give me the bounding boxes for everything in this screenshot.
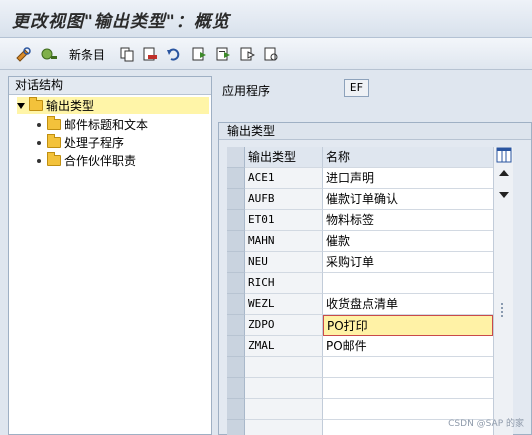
output-types-block-header: 输出类型 [219, 123, 531, 140]
row-selector[interactable] [227, 294, 245, 315]
scroll-up-icon[interactable] [499, 170, 509, 176]
name-cell[interactable] [323, 273, 493, 294]
row-selector[interactable] [227, 168, 245, 189]
window-title: 更改视图"输出类型"：概览 [12, 12, 230, 32]
row-selector[interactable] [227, 420, 245, 435]
row-selector[interactable] [227, 336, 245, 357]
folder-icon [47, 152, 61, 166]
tree-node-mail-title-text[interactable]: 邮件标题和文本 [37, 116, 148, 133]
print-field-icon[interactable] [262, 44, 280, 64]
output-type-cell[interactable] [245, 378, 323, 399]
empty-table-row [227, 357, 493, 378]
tree-node-output-types[interactable]: 输出类型 [17, 97, 209, 114]
scroll-grip-icon[interactable] [501, 303, 505, 317]
name-cell[interactable]: 收货盘点清单 [323, 294, 493, 315]
table-row: ACE1 进口声明 [227, 168, 493, 189]
output-type-cell[interactable]: MAHN [245, 231, 323, 252]
name-cell[interactable]: 进口声明 [323, 168, 493, 189]
row-selector[interactable] [227, 189, 245, 210]
row-selector[interactable] [227, 210, 245, 231]
row-selector[interactable] [227, 399, 245, 420]
copy-icon[interactable] [118, 44, 136, 64]
new-entries-button[interactable]: 新条目 [68, 44, 106, 64]
scroll-down-icon[interactable] [499, 192, 509, 198]
row-selector[interactable] [227, 231, 245, 252]
name-cell-focused[interactable]: PO打印 [323, 315, 493, 336]
bullet-icon [37, 140, 41, 145]
output-type-cell[interactable]: ACE1 [245, 168, 323, 189]
bullet-icon [37, 158, 41, 163]
output-type-cell[interactable] [245, 420, 323, 435]
table-row: ZDPO PO打印 [227, 315, 493, 336]
tree-node-partner-functions[interactable]: 合作伙伴职责 [37, 152, 136, 169]
new-entries-label: 新条目 [68, 47, 105, 62]
application-label: 应用程序 [222, 84, 271, 98]
column-header-output-type[interactable]: 输出类型 [245, 147, 323, 168]
title-bar: 更改视图"输出类型"：概览 [0, 0, 532, 38]
table-header-row: 输出类型 名称 [227, 147, 493, 168]
select-all-icon[interactable] [190, 44, 208, 64]
output-type-cell[interactable]: ET01 [245, 210, 323, 231]
table-row: NEU 采购订单 [227, 252, 493, 273]
application-field[interactable]: EF [344, 79, 369, 97]
empty-table-row [227, 378, 493, 399]
bullet-icon [37, 122, 41, 127]
table-row: ZMAL PO邮件 [227, 336, 493, 357]
watermark: CSDN @SAP 的家 [448, 419, 524, 429]
row-selector[interactable] [227, 357, 245, 378]
output-type-cell[interactable]: WEZL [245, 294, 323, 315]
table-row: MAHN 催款 [227, 231, 493, 252]
tree-node-label: 邮件标题和文本 [64, 118, 149, 132]
table-row: ET01 物料标签 [227, 210, 493, 231]
deselect-icon[interactable] [238, 44, 256, 64]
name-cell[interactable]: 催款 [323, 231, 493, 252]
undo-icon[interactable] [165, 44, 183, 64]
output-type-cell[interactable]: ZMAL [245, 336, 323, 357]
dialog-structure-panel: 对话结构 输出类型 邮件标题和文本 处理子程序 合作伙伴职责 [8, 76, 212, 435]
delete-icon[interactable] [141, 44, 159, 64]
tree-node-label: 输出类型 [46, 99, 95, 113]
output-type-cell[interactable]: AUFB [245, 189, 323, 210]
name-cell[interactable] [323, 357, 493, 378]
tree-node-processing-routines[interactable]: 处理子程序 [37, 134, 124, 151]
select-block-icon[interactable] [214, 44, 232, 64]
display-change-icon[interactable] [38, 44, 60, 64]
row-selector[interactable] [227, 273, 245, 294]
expand-triangle-icon[interactable] [17, 102, 25, 109]
row-selector[interactable] [227, 378, 245, 399]
column-settings-icon[interactable] [496, 147, 512, 164]
output-type-cell[interactable] [245, 357, 323, 378]
table-row: AUFB 催款订单确认 [227, 189, 493, 210]
table-row: RICH [227, 273, 493, 294]
name-cell[interactable]: PO邮件 [323, 336, 493, 357]
name-cell[interactable]: 采购订单 [323, 252, 493, 273]
output-types-block: 输出类型 输出类型 名称 ACE1 进口声明 AUFB 催款订单确认 ET01 … [218, 122, 532, 435]
tree-node-label: 处理子程序 [64, 136, 125, 150]
folder-icon [47, 116, 61, 130]
column-header-name[interactable]: 名称 [323, 147, 493, 168]
select-all-rows-button[interactable] [227, 147, 245, 168]
output-type-cell[interactable]: NEU [245, 252, 323, 273]
name-cell[interactable]: 物料标签 [323, 210, 493, 231]
vertical-scrollbar[interactable] [493, 147, 513, 435]
folder-open-icon [29, 97, 43, 111]
output-type-cell[interactable]: RICH [245, 273, 323, 294]
table-row: WEZL 收货盘点清单 [227, 294, 493, 315]
application-toolbar: 新条目 [0, 38, 532, 70]
name-cell[interactable]: 催款订单确认 [323, 189, 493, 210]
edit-glasses-icon[interactable] [14, 44, 34, 64]
output-type-cell[interactable]: ZDPO [245, 315, 323, 336]
name-cell[interactable] [323, 378, 493, 399]
output-type-cell[interactable] [245, 399, 323, 420]
tree-node-label: 合作伙伴职责 [64, 154, 137, 168]
dialog-structure-header: 对话结构 [9, 77, 211, 95]
folder-icon [47, 134, 61, 148]
row-selector[interactable] [227, 252, 245, 273]
row-selector[interactable] [227, 315, 245, 336]
